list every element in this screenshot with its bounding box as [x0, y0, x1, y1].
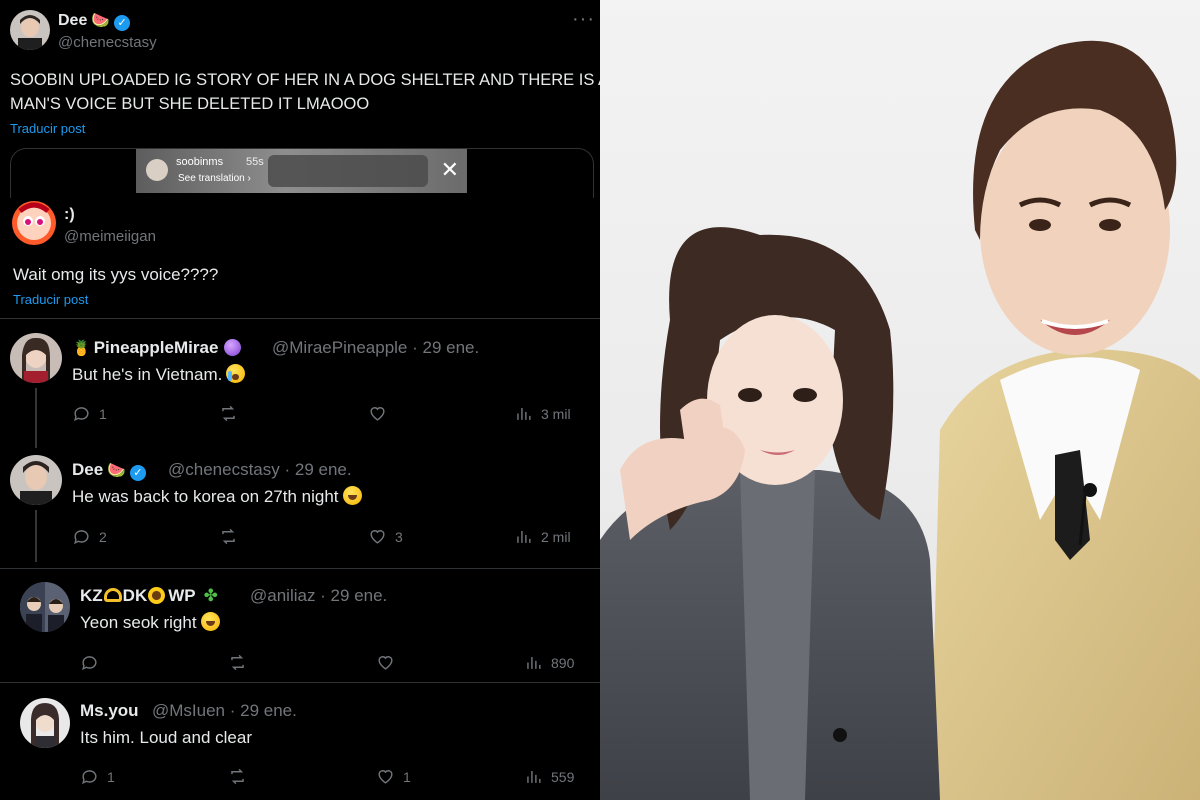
watermelon-icon: 🍉	[107, 462, 126, 479]
reply-1-author[interactable]: 🍍 PineappleMirae	[72, 338, 242, 358]
story-username: soobinms	[176, 156, 224, 168]
reply-3-actions: 890	[80, 653, 590, 675]
reply-4-author[interactable]: Ms.you	[80, 701, 139, 721]
story-redaction	[268, 155, 428, 187]
views-button[interactable]: 2 mil	[514, 527, 571, 546]
reply-button[interactable]: 2	[72, 527, 107, 546]
selfie-photo	[600, 0, 1200, 800]
reply-3-text: Yeon seok right	[80, 611, 220, 635]
retweet-button[interactable]	[219, 404, 246, 423]
views-button[interactable]: 890	[524, 653, 574, 672]
heart-hands-icon	[103, 588, 122, 602]
quoted-tweet-author[interactable]: :)	[64, 206, 75, 224]
reply-1-handle[interactable]: @MiraePineapple · 29 ene.	[272, 338, 479, 358]
verified-badge-icon: ✓	[114, 15, 131, 31]
aniliaz-avatar[interactable]	[20, 582, 70, 632]
story-time: 55s	[246, 156, 264, 168]
quoted-tweet-translate-link[interactable]: Traducir post	[13, 292, 88, 307]
like-button[interactable]: 3	[368, 527, 403, 546]
main-tweet-author[interactable]: Dee 🍉 ✓	[58, 11, 131, 31]
laughing-face-icon	[200, 612, 220, 631]
dee-avatar[interactable]	[10, 10, 50, 50]
reply-button[interactable]	[80, 653, 107, 672]
pineapple-icon: 🍍	[72, 340, 91, 357]
reply-4-actions: 1 1 559	[80, 767, 590, 789]
tweet-thread: Dee 🍉 ✓ @chenecstasy ··· SOOBIN UPLOADED I…	[0, 0, 600, 800]
story-translation-link: See translation ›	[178, 173, 251, 184]
quoted-tweet-handle[interactable]: @meimeiigan	[64, 228, 156, 245]
main-tweet-text-line2: MAN'S VOICE BUT SHE DELETED IT LMAOOO	[10, 95, 370, 113]
story-close-icon: ✕	[440, 157, 459, 182]
main-tweet-text-line1: SOOBIN UPLOADED IG STORY OF HER IN A DOG…	[10, 71, 600, 89]
reply-2-handle[interactable]: @chenecstasy · 29 ene.	[168, 460, 352, 480]
quoted-tweet-text: Wait omg its yys voice????	[13, 265, 219, 284]
reply-button[interactable]: 1	[72, 404, 107, 423]
watermelon-icon: 🍉	[91, 12, 111, 29]
like-button[interactable]: 1	[376, 767, 411, 786]
main-tweet-handle[interactable]: @chenecstasy	[58, 34, 157, 51]
photo-illustration	[600, 0, 1200, 800]
retweet-button[interactable]	[219, 527, 246, 546]
views-button[interactable]: 559	[524, 767, 574, 786]
reply-1-text: But he's in Vietnam.	[72, 363, 246, 387]
grinning-face-icon	[342, 486, 362, 505]
divider	[0, 318, 600, 319]
pineapplemirae-avatar[interactable]	[10, 333, 62, 383]
verified-badge-icon: ✓	[129, 465, 146, 481]
reply-3-author[interactable]: KZ DK WP ✤	[80, 586, 218, 606]
like-button[interactable]	[368, 404, 395, 423]
reply-2-author[interactable]: Dee 🍉 ✓	[72, 460, 146, 481]
divider	[0, 568, 600, 569]
reply-4-handle[interactable]: @MsIuen · 29 ene.	[152, 701, 297, 721]
retweet-button[interactable]	[228, 767, 255, 786]
reply-button[interactable]: 1	[80, 767, 115, 786]
retweet-button[interactable]	[228, 653, 255, 672]
thread-line	[35, 510, 37, 562]
instagram-story-preview[interactable]: soobinms 55s See translation › ✕	[136, 149, 467, 193]
story-avatar	[146, 159, 168, 181]
meimeiigan-avatar[interactable]	[12, 201, 56, 245]
sunflower-icon	[148, 587, 166, 604]
crying-face-icon	[226, 364, 246, 383]
main-tweet-translate-link[interactable]: Traducir post	[10, 121, 85, 136]
reply-3-handle[interactable]: @aniliaz · 29 ene.	[250, 586, 387, 606]
thread-line	[35, 388, 37, 448]
reply-1-actions: 1 3 mil	[72, 404, 592, 426]
divider	[0, 682, 600, 683]
msiuen-avatar[interactable]	[20, 698, 70, 748]
more-options-icon[interactable]: ···	[572, 8, 595, 31]
dee-reply-avatar[interactable]	[10, 455, 62, 505]
like-button[interactable]	[376, 653, 403, 672]
reply-2-text: He was back to korea on 27th night	[72, 485, 362, 509]
reply-2-actions: 2 3 2 mil	[72, 527, 592, 549]
reply-4-text: Its him. Loud and clear	[80, 728, 252, 747]
four-leaf-clover-icon: ✤	[203, 586, 218, 605]
views-button[interactable]: 3 mil	[514, 404, 571, 423]
crystal-ball-icon	[224, 339, 242, 356]
